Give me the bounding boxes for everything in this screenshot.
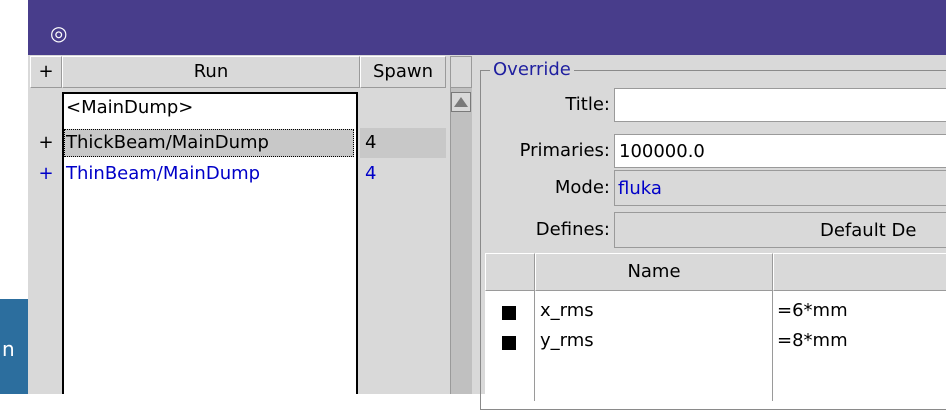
mode-label: Mode: <box>554 177 610 198</box>
spawn-value: 4 <box>365 163 377 184</box>
run-list-item[interactable]: ThinBeam/MainDump <box>64 162 354 186</box>
row-expand-toggle[interactable] <box>30 96 62 120</box>
background-window-tab[interactable]: n <box>0 299 28 394</box>
target-icon[interactable]: ◎ <box>50 22 72 44</box>
define-name[interactable]: x_rms <box>540 299 770 323</box>
title-input[interactable] <box>614 88 946 122</box>
column-header-expand[interactable]: + <box>30 56 62 88</box>
enabled-checkbox-icon[interactable] <box>502 336 516 350</box>
column-header-spawn[interactable]: Spawn <box>360 56 446 88</box>
scroll-up-arrow-icon[interactable] <box>451 92 471 112</box>
run-list-item[interactable]: <MainDump> <box>64 96 354 120</box>
vertical-scrollbar[interactable] <box>450 88 472 394</box>
enabled-checkbox-icon[interactable] <box>502 306 516 320</box>
defines-header-enabled[interactable] <box>485 253 535 291</box>
scrollbar-header <box>450 56 472 88</box>
row-expand-toggle[interactable]: + <box>30 162 62 186</box>
spawn-value: 4 <box>365 132 377 153</box>
row-expand-toggle[interactable]: + <box>30 131 62 155</box>
title-bar[interactable] <box>28 0 946 55</box>
defines-button[interactable]: Default De <box>614 212 946 248</box>
primaries-label: Primaries: <box>519 140 610 161</box>
define-name[interactable]: y_rms <box>540 329 770 353</box>
defines-label: Defines: <box>535 219 610 240</box>
title-label: Title: <box>565 94 610 115</box>
column-header-run[interactable]: Run <box>62 56 360 88</box>
spawn-value <box>362 96 444 120</box>
primaries-input[interactable]: 100000.0 <box>614 134 946 168</box>
define-value[interactable]: =8*mm <box>777 329 946 353</box>
defines-header-name[interactable]: Name <box>535 253 773 291</box>
define-value[interactable]: =6*mm <box>777 299 946 323</box>
mode-selector[interactable]: fluka <box>614 170 946 206</box>
defines-header-value[interactable] <box>773 253 946 291</box>
background-tab-label: n <box>2 337 15 361</box>
override-group-title: Override <box>490 58 574 82</box>
run-list-item-selected[interactable]: ThickBeam/MainDump <box>64 129 354 157</box>
